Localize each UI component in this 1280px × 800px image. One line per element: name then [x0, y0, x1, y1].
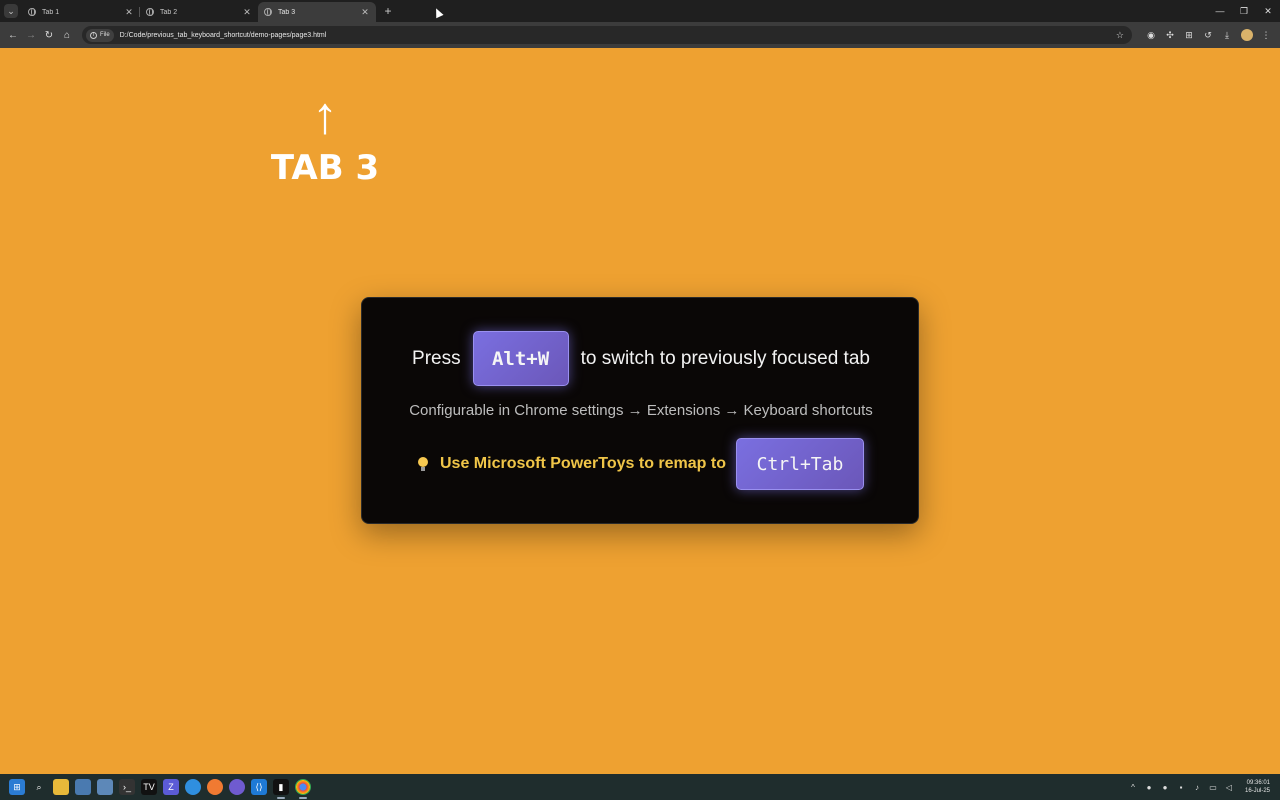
address-bar[interactable]: i File D:/Code/previous_tab_keyboard_sho…	[82, 26, 1132, 44]
tab-indicator: ↑ TAB 3	[270, 88, 380, 188]
tab-3[interactable]: Tab 3 ✕	[258, 2, 376, 22]
puzzle-icon[interactable]: ✣	[1161, 26, 1179, 44]
site-info-chip[interactable]: i File	[86, 28, 114, 42]
close-window-button[interactable]: ✕	[1256, 0, 1280, 22]
image-viewer-icon[interactable]	[97, 779, 113, 795]
vscode-icon[interactable]: ⟨⟩	[251, 779, 267, 795]
terminal-app-icon[interactable]: ▮	[273, 779, 289, 799]
extension-icon[interactable]: ◉	[1142, 26, 1160, 44]
window-controls: — ❐ ✕	[1208, 0, 1280, 22]
bookmark-star-icon[interactable]: ☆	[1116, 30, 1124, 41]
download-icon[interactable]: ⤓	[1218, 26, 1236, 44]
action-text: to switch to previously focused tab	[580, 347, 870, 369]
translate-icon[interactable]: ⊞	[1180, 26, 1198, 44]
close-icon[interactable]: ✕	[360, 7, 370, 17]
arrow-left-icon: ←	[8, 29, 18, 41]
menu-icon[interactable]: ⋮	[1257, 26, 1275, 44]
tab-1[interactable]: Tab 1 ✕	[22, 2, 140, 22]
clock[interactable]: 09:36:01 16-Jul-25	[1245, 779, 1270, 795]
close-icon[interactable]: ✕	[124, 7, 134, 17]
chrome-icon[interactable]	[295, 779, 311, 799]
site-info-label: File	[100, 32, 110, 38]
tab-2[interactable]: Tab 2 ✕	[139, 2, 258, 22]
network-icon[interactable]: ▭	[1207, 781, 1219, 793]
tradingview-icon[interactable]: TV	[141, 779, 157, 795]
microphone-icon[interactable]: ♪	[1191, 781, 1203, 793]
lightbulb-icon	[418, 457, 428, 471]
reload-icon: ↻	[44, 29, 54, 41]
tip-row: Use Microsoft PowerToys to remap to Ctrl…	[362, 438, 920, 490]
globe-icon	[146, 8, 154, 16]
tab-search-button[interactable]: ⌄	[4, 4, 18, 18]
tab-label: Tab 2	[160, 8, 178, 16]
tab-strip: ⌄ Tab 1 ✕ Tab 2 ✕ Tab 3 ✕ + — ❐ ✕	[0, 0, 1280, 22]
clock-time: 09:36:01	[1246, 780, 1270, 786]
app-icon[interactable]	[75, 779, 91, 795]
taskbar: ⊞ ⌕ ›_ TV Z ⟨⟩ ▮ ^ ● ● ▪ ♪ ▭ ◁ 09:36:01 …	[0, 774, 1280, 800]
config-hint: Configurable in Chrome settings → Extens…	[409, 402, 873, 419]
forward-button[interactable]: →	[22, 26, 40, 44]
windows-start-icon[interactable]: ⊞	[9, 779, 25, 795]
shortcut-row: Press Alt+W to switch to previously focu…	[362, 331, 920, 386]
shortcut-key-badge: Alt+W	[472, 331, 569, 386]
toolbar-icons: ◉ ✣ ⊞ ↺ ⤓ ⋮	[1142, 26, 1276, 44]
press-label: Press	[412, 347, 461, 369]
back-button[interactable]: ←	[4, 26, 22, 44]
history-icon[interactable]: ↺	[1199, 26, 1217, 44]
url-text[interactable]: D:/Code/previous_tab_keyboard_shortcut/d…	[120, 32, 1116, 39]
file-explorer-icon[interactable]	[53, 779, 69, 795]
postman-icon[interactable]	[207, 779, 223, 795]
minimize-button[interactable]: —	[1208, 0, 1232, 22]
profile-avatar[interactable]	[1241, 29, 1253, 41]
browser-app-icon[interactable]	[185, 779, 201, 795]
system-tray: ^ ● ● ▪ ♪ ▭ ◁ 09:36:01 16-Jul-25	[1125, 779, 1280, 795]
tray-app-icon[interactable]: ▪	[1175, 781, 1187, 793]
app-z-icon[interactable]: Z	[163, 779, 179, 795]
tip-text: Use Microsoft PowerToys to remap to	[440, 455, 726, 472]
page-content: ↑ TAB 3 Press Alt+W to switch to previou…	[0, 48, 1280, 774]
tray-app-icon[interactable]: ●	[1143, 781, 1155, 793]
remap-key-badge: Ctrl+Tab	[735, 438, 864, 490]
home-icon: ⌂	[63, 29, 71, 41]
arrow-up-icon: ↑	[312, 87, 338, 145]
search-icon[interactable]: ⌕	[31, 779, 47, 795]
arrow-right-icon: →	[26, 29, 36, 41]
globe-icon	[28, 8, 36, 16]
browser-toolbar: ← → ↻ ⌂ i File D:/Code/previous_tab_keyb…	[0, 22, 1280, 48]
home-button[interactable]: ⌂	[58, 26, 76, 44]
github-icon[interactable]	[229, 779, 245, 795]
terminal-icon[interactable]: ›_	[119, 779, 135, 795]
chevron-down-icon: ⌄	[7, 5, 15, 16]
reload-button[interactable]: ↻	[40, 26, 58, 44]
instruction-card: Press Alt+W to switch to previously focu…	[361, 297, 919, 524]
page-title: TAB 3	[270, 148, 380, 188]
info-icon: i	[90, 31, 97, 39]
tab-label: Tab 1	[42, 8, 60, 16]
globe-icon	[264, 8, 272, 16]
tab-label: Tab 3	[278, 8, 296, 16]
new-tab-button[interactable]: +	[380, 3, 396, 19]
clock-date: 16-Jul-25	[1244, 788, 1270, 794]
volume-icon[interactable]: ◁	[1223, 781, 1235, 793]
close-icon[interactable]: ✕	[242, 7, 252, 17]
tab-strip-drag-area	[396, 0, 1208, 22]
chevron-up-icon[interactable]: ^	[1127, 781, 1139, 793]
restore-button[interactable]: ❐	[1232, 0, 1256, 22]
tray-app-icon[interactable]: ●	[1159, 781, 1171, 793]
